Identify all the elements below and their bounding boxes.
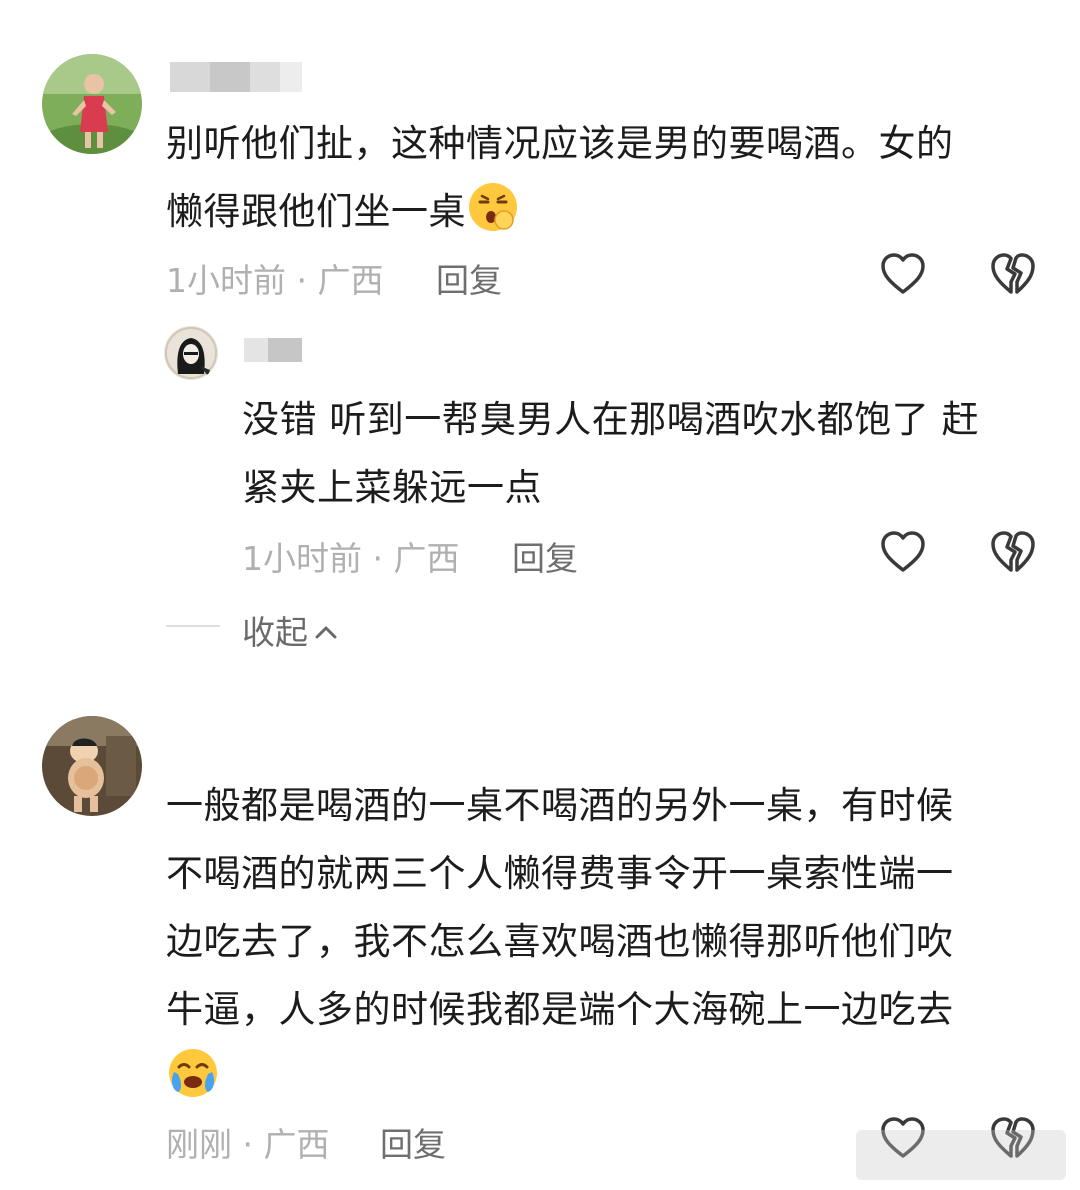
username-redacted: [170, 62, 302, 92]
heart-outline-icon[interactable]: [880, 530, 926, 578]
avatar[interactable]: [42, 54, 142, 154]
comment-meta: 1小时前 · 广西: [166, 261, 384, 300]
collapse-label: 收起: [242, 613, 308, 652]
broken-heart-icon[interactable]: [990, 252, 1036, 300]
comment-line: 懒得跟他们坐一桌: [166, 178, 954, 256]
comment-line: 牛逼，人多的时候我都是端个大海碗上一边吃去: [166, 988, 954, 1031]
reply-button[interactable]: 回复: [512, 532, 578, 580]
comment-meta: 刚刚 · 广西: [166, 1125, 330, 1164]
comment-line: 紧夹上菜躲远一点: [242, 466, 542, 509]
reply-button[interactable]: 回复: [380, 1118, 446, 1166]
avatar[interactable]: [164, 326, 218, 380]
reply-button[interactable]: 回复: [436, 254, 502, 302]
comment-line: [166, 1044, 954, 1122]
comment-line: 不喝酒的就两三个人懒得费事令开一桌索性端一: [166, 852, 954, 895]
comment-line: 边吃去了，我不怎么喜欢喝酒也懒得那听他们吹: [166, 920, 954, 963]
collapse-divider: [166, 625, 220, 627]
comment-line: 没错 听到一帮臭男人在那喝酒吹水都饱了 赶: [242, 398, 980, 441]
comment-text: 一般都是喝酒的一桌不喝酒的另外一桌，有时候 不喝酒的就两三个人懒得费事令开一桌索…: [166, 772, 954, 1122]
heart-outline-icon[interactable]: [880, 252, 926, 300]
watermark: [856, 1130, 1066, 1180]
chevron-up-icon: [314, 609, 338, 648]
comment-text: 没错 听到一帮臭男人在那喝酒吹水都饱了 赶 紧夹上菜躲远一点: [242, 386, 979, 522]
username-redacted: [244, 338, 302, 368]
crying-laughing-emoji-icon: [166, 1046, 220, 1122]
sleepy-face-emoji-icon: [466, 180, 520, 256]
collapse-replies-button[interactable]: 收起: [242, 606, 338, 654]
comment-line: 别听他们扯，这种情况应该是男的要喝酒。女的: [166, 122, 954, 165]
broken-heart-icon[interactable]: [990, 530, 1036, 578]
comment-meta: 1小时前 · 广西: [242, 539, 460, 578]
avatar[interactable]: [42, 716, 142, 816]
comment-line: 一般都是喝酒的一桌不喝酒的另外一桌，有时候: [166, 784, 954, 827]
comment-text: 别听他们扯，这种情况应该是男的要喝酒。女的 懒得跟他们坐一桌: [166, 110, 954, 256]
